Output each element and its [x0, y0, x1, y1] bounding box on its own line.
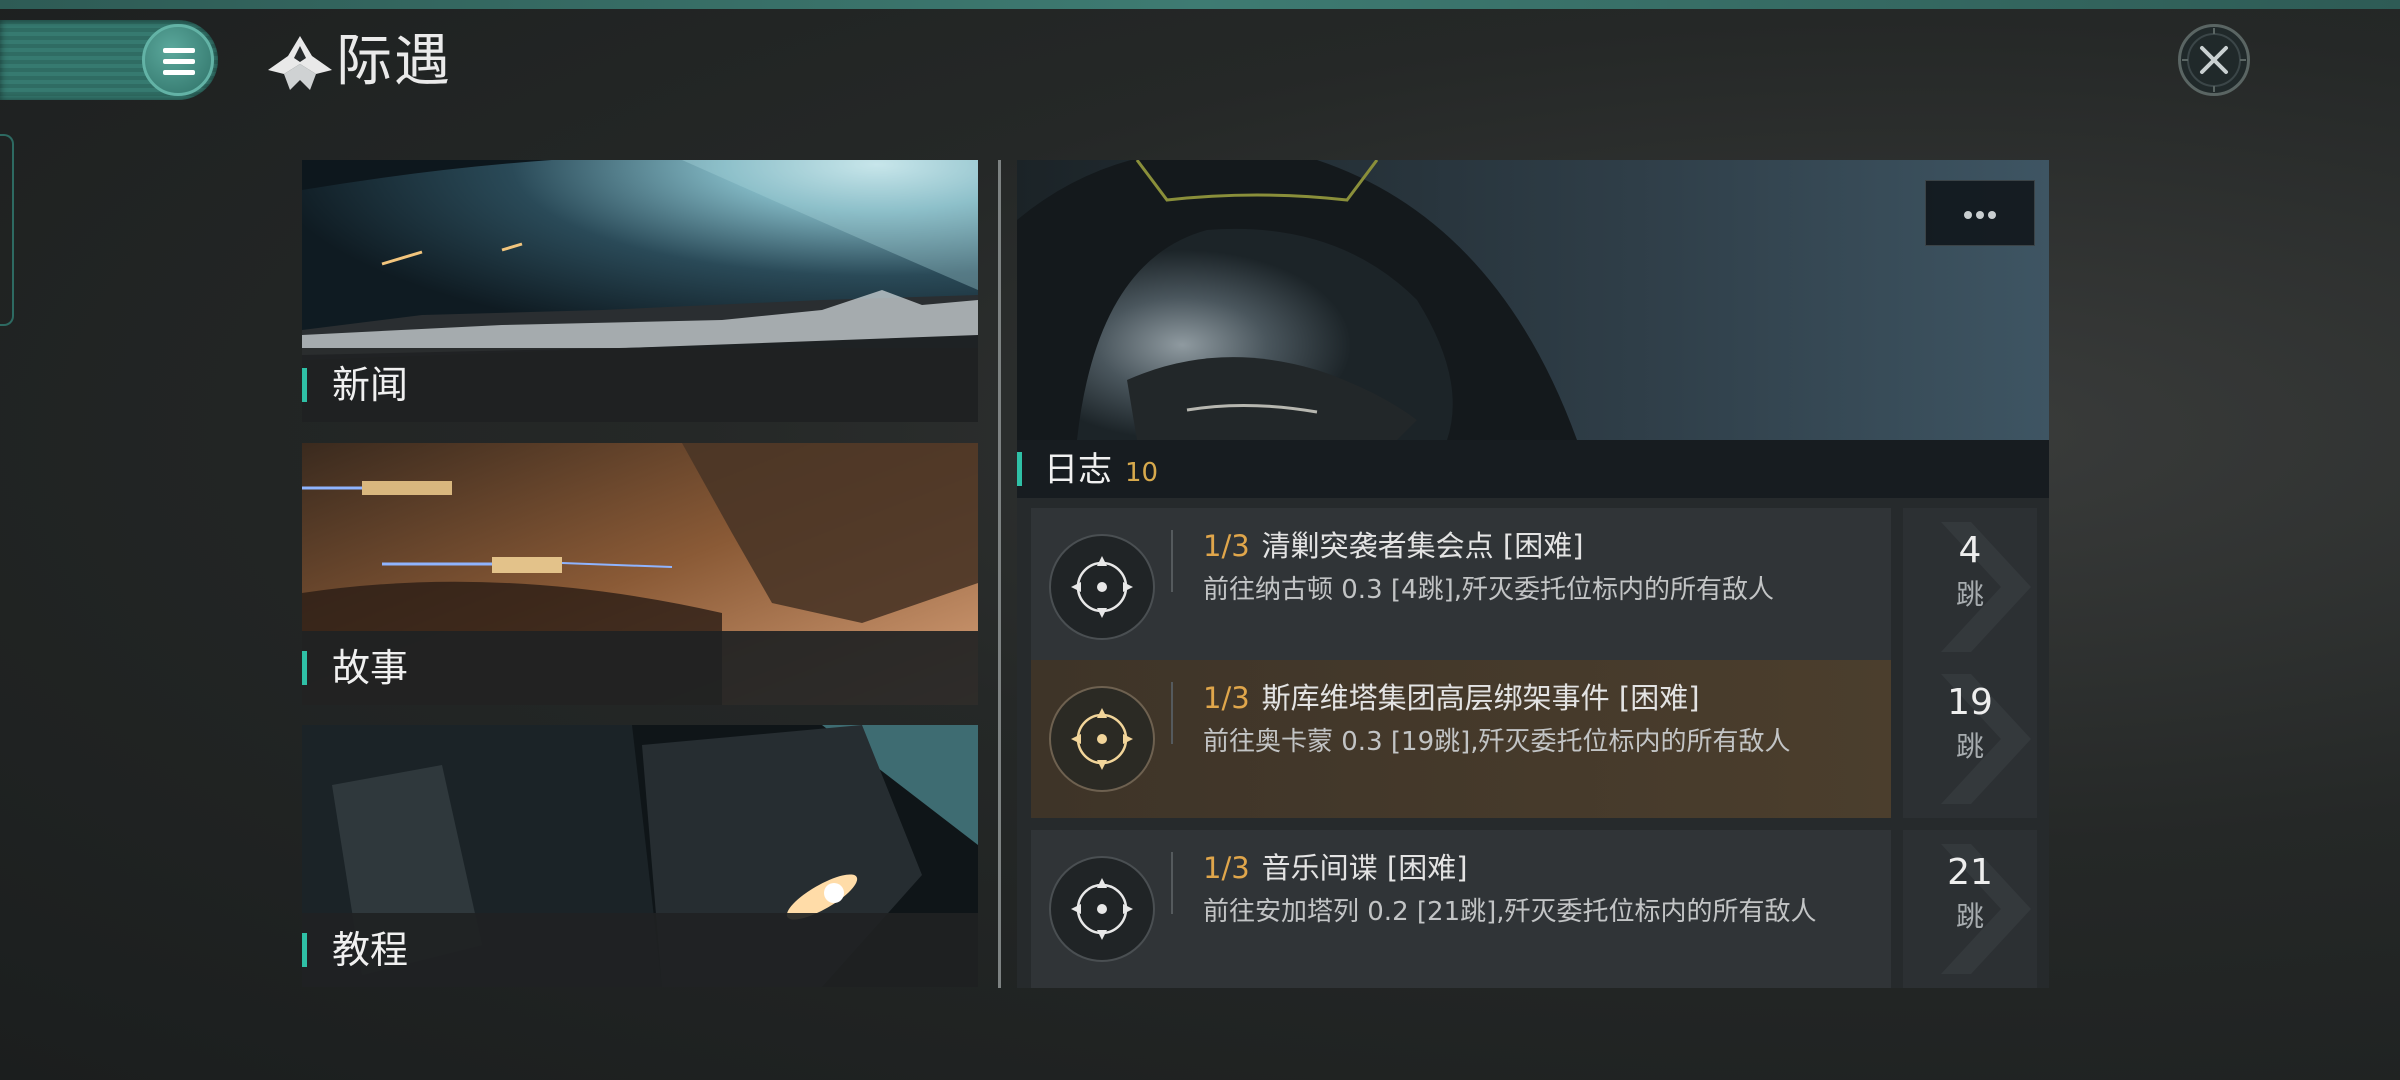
- mission-title: 1/3 清剿突袭者集会点 [困难]: [1203, 526, 1584, 566]
- page-title: 际遇: [336, 29, 452, 94]
- mission-description: 前往安加塔列 0.2 [21跳],歼灭委托位标内的所有敌人: [1203, 897, 1817, 927]
- journal-panel: 日志 10 1/3 清剿突袭者集会点 [困难] 前往纳古顿 0.3 [4跳],歼灭…: [1017, 160, 2049, 988]
- mission-jumps: 21: [1947, 852, 1993, 893]
- mission-title: 1/3 音乐间谍 [困难]: [1203, 848, 1468, 888]
- news-card-label-bar: 新闻: [302, 348, 978, 422]
- mission-separator: [1171, 682, 1173, 744]
- tutorial-card[interactable]: 教程: [302, 725, 978, 987]
- mission-progress: 1/3: [1203, 851, 1250, 885]
- news-card[interactable]: 新闻: [302, 160, 978, 422]
- encounter-emblem-icon: [268, 36, 332, 90]
- mission-title-text: 斯库维塔集团高层绑架事件 [困难]: [1261, 681, 1700, 715]
- accent-marker: [1017, 452, 1022, 486]
- accent-marker: [302, 933, 307, 967]
- news-card-label: 新闻: [332, 363, 409, 407]
- side-drawer-handle[interactable]: [0, 134, 14, 326]
- mission-jump-unit: 跳: [1955, 900, 1984, 933]
- story-card-label: 故事: [332, 646, 409, 690]
- mission-row[interactable]: 1/3 清剿突袭者集会点 [困难] 前往纳古顿 0.3 [4跳],歼灭委托位标内的…: [1031, 508, 2037, 666]
- tutorial-card-label-bar: 教程: [302, 913, 978, 987]
- close-button[interactable]: [2178, 24, 2250, 96]
- mission-jumps: 19: [1947, 682, 1993, 723]
- mission-row[interactable]: 1/3 音乐间谍 [困难] 前往安加塔列 0.2 [21跳],歼灭委托位标内的所有…: [1031, 830, 2037, 988]
- mission-jump-unit: 跳: [1955, 730, 1984, 763]
- journal-label: 日志: [1044, 450, 1112, 490]
- tutorial-card-label: 教程: [332, 928, 409, 972]
- mission-progress: 1/3: [1203, 681, 1250, 715]
- top-accent-strip: [0, 0, 2400, 9]
- story-card-label-bar: 故事: [302, 631, 978, 705]
- hooded-figure-art: [1017, 160, 2049, 440]
- hamburger-menu-icon[interactable]: [142, 24, 214, 96]
- close-icon: [2182, 28, 2246, 92]
- story-card[interactable]: 故事: [302, 443, 978, 705]
- mission-separator: [1171, 530, 1173, 592]
- mission-row-selected[interactable]: 1/3 斯库维塔集团高层绑架事件 [困难] 前往奥卡蒙 0.3 [19跳],歼灭委…: [1031, 660, 2037, 818]
- mission-description: 前往纳古顿 0.3 [4跳],歼灭委托位标内的所有敌人: [1203, 575, 1774, 605]
- ellipsis-icon: [1964, 211, 1972, 219]
- mission-description: 前往奥卡蒙 0.3 [19跳],歼灭委托位标内的所有敌人: [1203, 727, 1791, 757]
- target-crosshair-icon: [1049, 856, 1155, 962]
- journal-header: 日志 10: [1017, 440, 2049, 498]
- target-crosshair-icon: [1049, 686, 1155, 792]
- accent-marker: [302, 368, 307, 402]
- mission-progress: 1/3: [1203, 529, 1250, 563]
- target-crosshair-icon: [1049, 534, 1155, 640]
- more-options-button[interactable]: [1925, 180, 2035, 246]
- mission-jump-unit: 跳: [1955, 578, 1984, 611]
- mission-title-text: 清剿突袭者集会点 [困难]: [1261, 529, 1584, 563]
- mission-title-text: 音乐间谍 [困难]: [1261, 851, 1468, 885]
- mission-separator: [1171, 852, 1173, 914]
- panel-divider: [998, 160, 1001, 988]
- mission-jumps: 4: [1958, 530, 1982, 571]
- journal-count: 10: [1125, 458, 1159, 488]
- mission-title: 1/3 斯库维塔集团高层绑架事件 [困难]: [1203, 678, 1700, 718]
- accent-marker: [302, 651, 307, 685]
